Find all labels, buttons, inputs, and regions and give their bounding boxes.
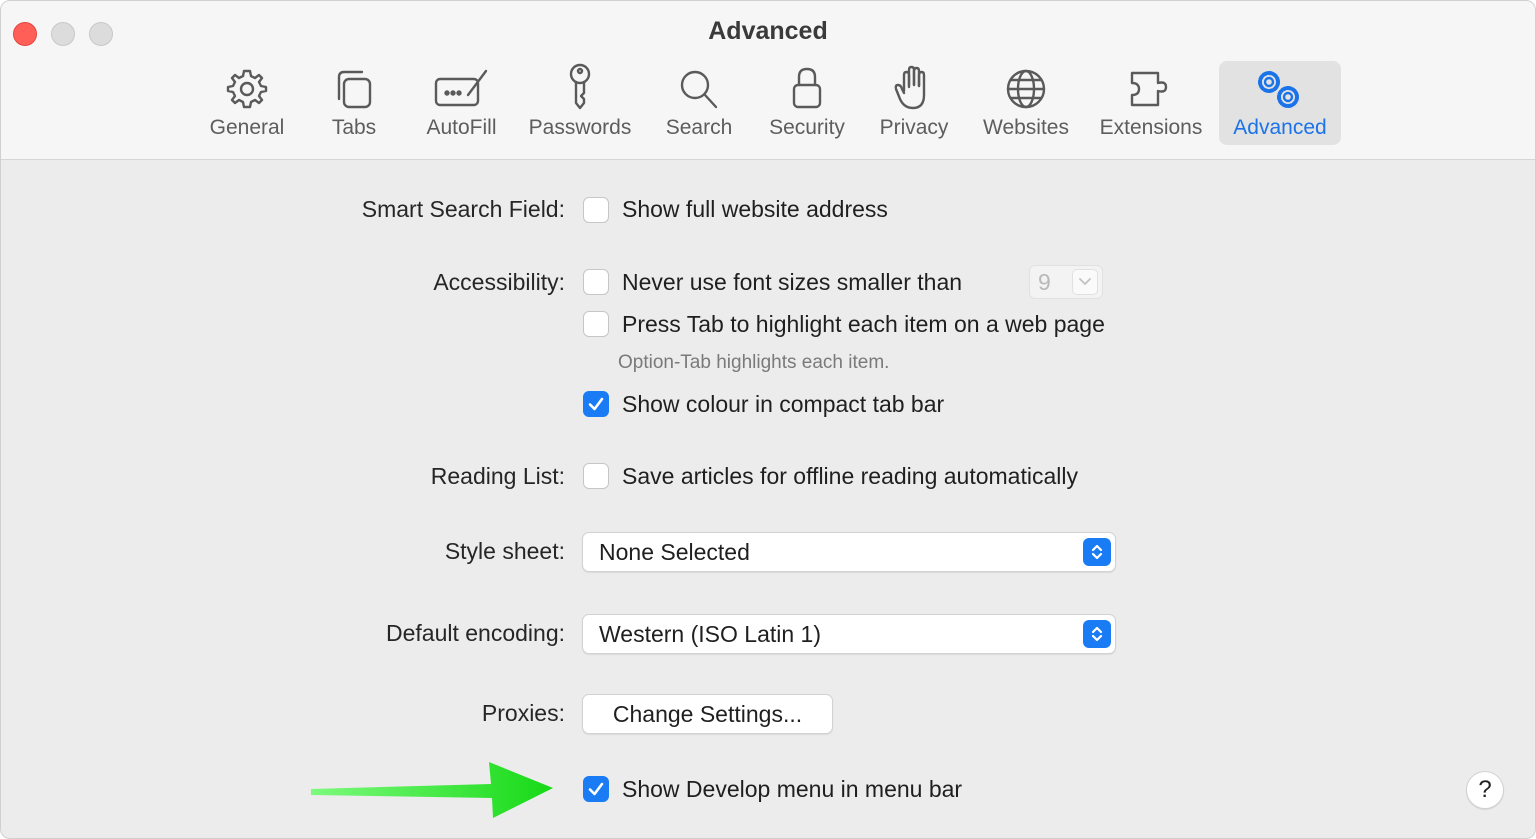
globe-icon [1003,65,1049,111]
tab-label: Search [665,116,733,139]
tab-label: Websites [983,116,1069,139]
checkmark-icon [588,397,604,411]
tab-privacy[interactable]: Privacy [869,61,959,145]
accessibility-label: Accessibility: [433,269,565,295]
annotation-arrow-icon [311,762,553,818]
tab-passwords[interactable]: Passwords [523,61,637,145]
preferences-window: Advanced General Tabs AutoFill Passwords… [0,0,1536,839]
default-encoding-label: Default encoding: [385,620,565,646]
min-font-size-value: 9 [1038,269,1051,295]
tab-label: Security [769,116,845,139]
magnifier-icon [676,65,722,111]
show-develop-menu-text: Show Develop menu in menu bar [622,776,963,802]
autofill-icon [432,65,492,111]
style-sheet-select[interactable]: None Selected [582,532,1116,572]
default-encoding-value: Western (ISO Latin 1) [599,621,821,647]
style-sheet-value: None Selected [599,539,750,565]
save-offline-checkbox[interactable] [583,463,609,489]
hand-icon [892,65,936,111]
tab-websites[interactable]: Websites [976,61,1076,145]
style-sheet-label: Style sheet: [444,538,565,564]
tab-security[interactable]: Security [758,61,856,145]
tab-label: Passwords [528,116,632,139]
up-down-arrows-icon [1083,538,1111,566]
show-full-address-checkbox[interactable] [583,197,609,223]
change-settings-button[interactable]: Change Settings... [582,694,833,734]
chevron-down-icon [1072,269,1098,295]
key-icon [560,63,600,111]
show-full-address-text: Show full website address [622,196,888,222]
gear-icon [224,65,270,111]
tab-general[interactable]: General [197,61,297,145]
tab-label: Extensions [1099,116,1203,139]
tab-label: AutoFill [426,116,497,139]
show-colour-text: Show colour in compact tab bar [622,391,945,417]
default-encoding-select[interactable]: Western (ISO Latin 1) [582,614,1116,654]
option-tab-hint: Option-Tab highlights each item. [618,352,890,373]
up-down-arrows-icon [1083,620,1111,648]
smart-search-label: Smart Search Field: [361,196,565,222]
gears-icon [1252,65,1308,111]
press-tab-text: Press Tab to highlight each item on a we… [622,311,1105,337]
puzzle-icon [1126,65,1176,111]
tab-label: Tabs [331,116,377,139]
tab-label: Advanced [1233,116,1327,139]
tab-label: General [209,116,285,139]
min-font-size-checkbox[interactable] [583,269,609,295]
checkmark-icon [588,782,604,796]
show-colour-checkbox[interactable] [583,391,609,417]
tab-extensions[interactable]: Extensions [1093,61,1209,145]
proxies-label: Proxies: [481,700,565,726]
help-button[interactable]: ? [1466,771,1504,809]
tab-search[interactable]: Search [655,61,743,145]
save-offline-text: Save articles for offline reading automa… [622,463,1078,489]
show-develop-menu-checkbox[interactable] [583,776,609,802]
tab-label: Privacy [879,116,949,139]
min-font-size-text: Never use font sizes smaller than [622,269,963,295]
toolbar: Advanced General Tabs AutoFill Passwords… [1,1,1535,160]
window-title: Advanced [708,17,828,45]
min-font-size-select[interactable]: 9 [1029,265,1103,299]
press-tab-checkbox[interactable] [583,311,609,337]
reading-list-label: Reading List: [430,463,565,489]
tab-tabs[interactable]: Tabs [314,61,394,145]
lock-icon [787,65,827,111]
tabs-icon [331,65,377,111]
tab-autofill[interactable]: AutoFill [414,61,509,145]
tab-advanced[interactable]: Advanced [1219,61,1341,145]
